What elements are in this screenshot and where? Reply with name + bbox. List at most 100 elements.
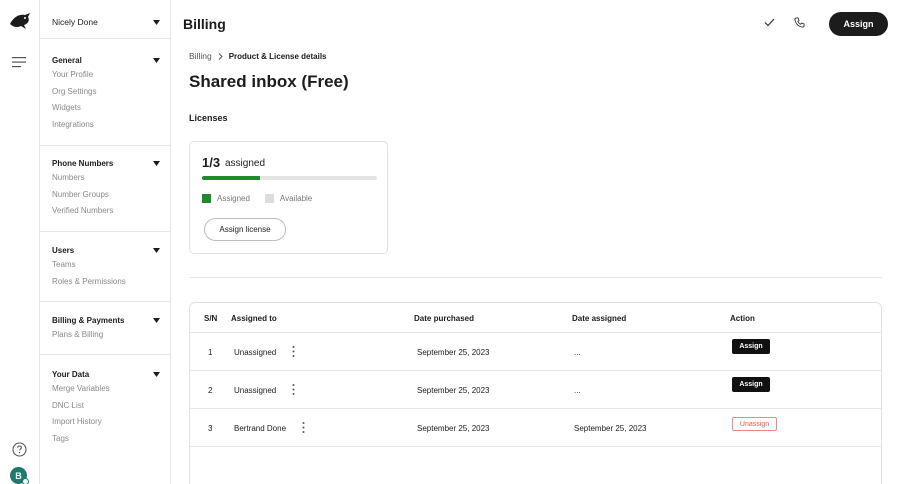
phone-icon[interactable] xyxy=(794,17,805,28)
section-title: Billing & Payments xyxy=(52,315,125,325)
chevron-right-icon xyxy=(218,52,223,60)
icon-rail: B xyxy=(0,0,40,484)
sidebar-item-integrations[interactable]: Integrations xyxy=(52,117,160,134)
divider xyxy=(40,38,171,39)
section-title: Users xyxy=(52,245,75,255)
row-date-purchased: September 25, 2023 xyxy=(417,424,490,433)
divider xyxy=(40,354,171,355)
sidebar-item-import-history[interactable]: Import History xyxy=(52,414,160,431)
sidebar-item-numbers[interactable]: Numbers xyxy=(52,170,160,187)
section-title: General xyxy=(52,55,82,65)
row-unassign-button[interactable]: Unassign xyxy=(732,417,777,431)
column-header-action: Action xyxy=(730,314,755,323)
sidebar-section-header[interactable]: General xyxy=(52,53,160,67)
org-name: Nicely Done xyxy=(52,17,98,27)
sidebar-section-header[interactable]: Billing & Payments xyxy=(52,313,160,327)
more-options-icon[interactable] xyxy=(292,383,295,396)
avatar-initial: B xyxy=(15,470,22,481)
section-title: Phone Numbers xyxy=(52,158,114,168)
divider xyxy=(40,301,171,302)
sidebar-item-widgets[interactable]: Widgets xyxy=(52,100,160,117)
table-row: 1 Unassigned September 25, 2023 ... Assi… xyxy=(190,333,881,371)
sidebar-item-teams[interactable]: Teams xyxy=(52,257,160,274)
help-circle-icon[interactable] xyxy=(12,442,27,457)
row-date-assigned: ... xyxy=(574,386,581,395)
page-title: Shared inbox (Free) xyxy=(189,72,349,91)
divider xyxy=(40,231,171,232)
sidebar-item-merge-variables[interactable]: Merge Variables xyxy=(52,381,160,398)
sidebar-item-dnc-list[interactable]: DNC List xyxy=(52,398,160,415)
column-header-date-purchased: Date purchased xyxy=(414,314,475,323)
row-sn: 3 xyxy=(208,424,213,433)
sidebar-item-tags[interactable]: Tags xyxy=(52,431,160,448)
chevron-down-icon xyxy=(153,247,160,253)
row-assign-button[interactable]: Assign xyxy=(732,339,770,354)
table-row: 2 Unassigned September 25, 2023 ... Assi… xyxy=(190,371,881,409)
license-count: 1/3 xyxy=(202,155,221,170)
breadcrumb-billing-link[interactable]: Billing xyxy=(189,51,212,61)
sidebar-section-header[interactable]: Users xyxy=(52,243,160,257)
license-count-label: assigned xyxy=(225,158,266,169)
licenses-table: S/N Assigned to Date purchased Date assi… xyxy=(189,302,882,484)
sidebar-section-header[interactable]: Phone Numbers xyxy=(52,156,160,170)
license-summary-card: 1/3 assigned Assigned Available Assign l… xyxy=(189,141,388,254)
assign-license-button[interactable]: Assign license xyxy=(204,218,286,241)
row-date-purchased: September 25, 2023 xyxy=(417,386,490,395)
hamburger-menu-icon[interactable] xyxy=(12,56,26,68)
sidebar-item-org-settings[interactable]: Org Settings xyxy=(52,84,160,101)
chevron-down-icon xyxy=(153,57,160,63)
chevron-down-icon xyxy=(153,371,160,377)
bird-logo-icon[interactable] xyxy=(8,12,32,32)
more-options-icon[interactable] xyxy=(292,345,295,358)
table-row: 3 Bertrand Done September 25, 2023 Septe… xyxy=(190,409,881,447)
sidebar-item-verified-numbers[interactable]: Verified Numbers xyxy=(52,203,160,220)
row-date-assigned: September 25, 2023 xyxy=(574,424,647,433)
sidebar-section-billing-payments: Billing & Payments Plans & Billing xyxy=(52,313,160,344)
chevron-down-icon xyxy=(153,160,160,166)
chevron-down-icon xyxy=(153,317,160,323)
licenses-heading: Licenses xyxy=(189,113,228,123)
page-heading: Billing xyxy=(183,16,226,32)
assign-button[interactable]: Assign xyxy=(829,12,888,36)
row-sn: 2 xyxy=(208,386,213,395)
row-date-assigned: ... xyxy=(574,348,581,357)
legend-available-label: Available xyxy=(279,194,313,203)
assigned-swatch xyxy=(202,194,211,203)
column-header-date-assigned: Date assigned xyxy=(572,314,627,323)
sidebar-item-roles-permissions[interactable]: Roles & Permissions xyxy=(52,274,160,291)
license-progress-fill xyxy=(202,176,261,180)
breadcrumb-current: Product & License details xyxy=(228,51,327,61)
org-switcher[interactable]: Nicely Done xyxy=(52,17,160,27)
column-header-assigned-to: Assigned to xyxy=(231,314,277,323)
row-assigned-to: Unassigned xyxy=(234,348,277,357)
legend-assigned-label: Assigned xyxy=(217,194,250,203)
sidebar-section-general: General Your Profile Org Settings Widget… xyxy=(52,53,160,134)
sidebar-section-users: Users Teams Roles & Permissions xyxy=(52,243,160,290)
top-bar: Billing Assign xyxy=(171,0,900,46)
divider xyxy=(40,145,171,146)
sidebar-section-header[interactable]: Your Data xyxy=(52,367,160,381)
row-sn: 1 xyxy=(208,348,213,357)
breadcrumb: Billing Product & License details xyxy=(189,51,327,61)
checkmark-icon[interactable] xyxy=(764,18,775,27)
sidebar-item-plans-billing[interactable]: Plans & Billing xyxy=(52,327,160,344)
sidebar-item-your-profile[interactable]: Your Profile xyxy=(52,67,160,84)
section-title: Your Data xyxy=(52,369,90,379)
main-content: Billing Assign Billing Product & License… xyxy=(171,0,900,484)
sidebar-section-your-data: Your Data Merge Variables DNC List Impor… xyxy=(52,367,160,448)
avatar-status-dot xyxy=(22,478,29,484)
table-header: S/N Assigned to Date purchased Date assi… xyxy=(190,303,881,333)
chevron-down-icon xyxy=(153,19,160,25)
license-legend: Assigned Available xyxy=(202,194,312,203)
row-date-purchased: September 25, 2023 xyxy=(417,348,490,357)
sidebar-item-number-groups[interactable]: Number Groups xyxy=(52,187,160,204)
settings-sidebar: Nicely Done General Your Profile Org Set… xyxy=(40,0,171,484)
divider xyxy=(189,277,882,278)
more-options-icon[interactable] xyxy=(302,421,305,434)
row-assigned-to: Bertrand Done xyxy=(234,424,287,433)
column-header-sn: S/N xyxy=(204,314,218,323)
sidebar-section-phone-numbers: Phone Numbers Numbers Number Groups Veri… xyxy=(52,156,160,220)
available-swatch xyxy=(264,194,274,203)
row-assign-button[interactable]: Assign xyxy=(732,377,770,392)
row-assigned-to: Unassigned xyxy=(234,386,277,395)
